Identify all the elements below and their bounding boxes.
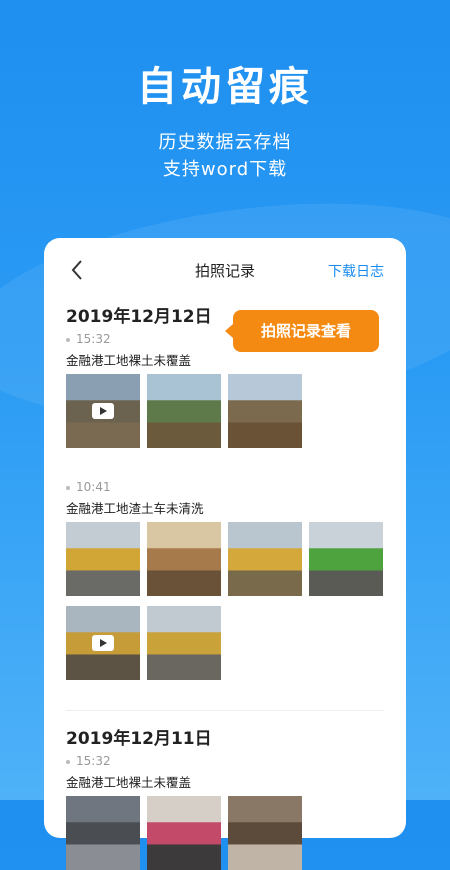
photo-thumbnail[interactable] — [309, 522, 383, 596]
record-location: 金融港工地渣土车未清洗 — [66, 501, 204, 516]
video-thumbnail[interactable] — [66, 606, 140, 680]
record-time-text: 15:32 — [76, 754, 111, 768]
record-date: 2019年12月12日 — [66, 307, 212, 327]
photo-thumbnail[interactable] — [147, 796, 221, 870]
record-time: 15:32 — [66, 754, 111, 768]
record-date: 2019年12月11日 — [66, 729, 212, 749]
bullet-dot — [66, 485, 70, 490]
record-time: 15:32 — [66, 332, 111, 346]
hero-title: 自动留痕 — [137, 64, 313, 110]
bullet-dot — [66, 337, 70, 342]
nav-bar: 拍照记录 下载日志 — [44, 238, 406, 298]
photo-thumbnail[interactable] — [228, 796, 302, 870]
photo-thumbnail[interactable] — [147, 374, 221, 448]
photo-thumbnail[interactable] — [66, 522, 140, 596]
photo-thumbnail[interactable] — [228, 374, 302, 448]
video-thumbnail[interactable] — [66, 374, 140, 448]
record-time: 10:41 — [66, 480, 111, 494]
hero-subtitle-line1: 历史数据云存档 — [158, 132, 292, 153]
section-divider — [66, 710, 384, 711]
photo-thumbnail[interactable] — [147, 522, 221, 596]
play-icon — [92, 635, 114, 651]
hero-subtitle-line2: 支持word下载 — [162, 159, 288, 180]
record-time-text: 10:41 — [76, 480, 111, 494]
download-log-button[interactable]: 下载日志 — [328, 261, 384, 281]
record-time-text: 15:32 — [76, 332, 111, 346]
record-location: 金融港工地裸土未覆盖 — [66, 775, 192, 790]
photo-thumbnail[interactable] — [147, 606, 221, 680]
photo-thumbnail[interactable] — [66, 796, 140, 870]
play-icon — [92, 403, 114, 419]
record-location: 金融港工地裸土未覆盖 — [66, 353, 192, 368]
tooltip-photo-record: 拍照记录查看 — [225, 310, 379, 352]
bullet-dot — [66, 759, 70, 764]
photo-thumbnail[interactable] — [228, 522, 302, 596]
